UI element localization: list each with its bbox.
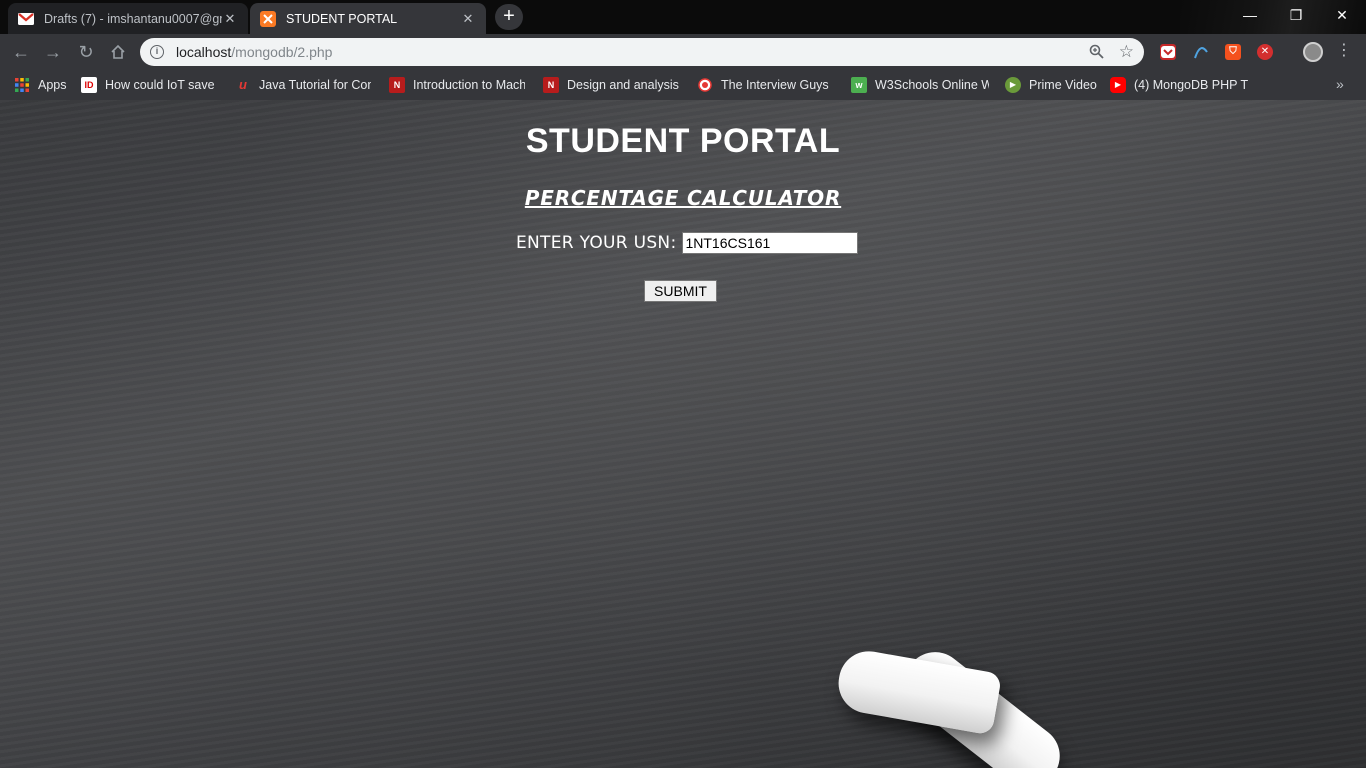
bookmark-design-analysis[interactable]: N Design and analysis o [543, 76, 679, 94]
minimize-button[interactable]: — [1230, 4, 1270, 28]
xampp-icon [260, 10, 276, 27]
bookmark-prime-video[interactable]: ▶ Prime Video [1005, 76, 1101, 94]
usn-input[interactable] [682, 232, 859, 254]
forward-icon[interactable]: → [40, 40, 66, 64]
w3schools-icon: w [851, 77, 867, 93]
site-info-icon[interactable]: i [150, 45, 164, 59]
page-subtitle: PERCENTAGE CALCULATOR [524, 186, 842, 210]
bookmarks-bar: Apps ID How could IoT save E u Java Tuto… [0, 70, 1366, 100]
n-icon: N [543, 77, 559, 93]
chalkboard-page: STUDENT PORTAL PERCENTAGE CALCULATOR ENT… [0, 100, 1366, 768]
adblock-extension-icon[interactable]: ⛉ [1225, 44, 1241, 60]
bookmark-label: (4) MongoDB PHP Tu [1134, 78, 1248, 92]
youtube-icon: ▶ [1110, 77, 1126, 93]
bookmark-label: The Interview Guys - [721, 78, 829, 92]
bookmark-intro-ml[interactable]: N Introduction to Mach [389, 76, 525, 94]
tab-gmail-drafts[interactable]: Drafts (7) - imshantanu0007@gm ✕ [8, 3, 248, 34]
bookmark-label: Java Tutorial for Com [259, 78, 371, 92]
bookmark-label: Design and analysis o [567, 78, 679, 92]
bookmark-interview-guys[interactable]: The Interview Guys - [697, 76, 829, 94]
browser-toolbar: ← → ↻ i localhost/mongodb/2.php ☆ ⛉ ✕ ⋮ [0, 34, 1366, 70]
reload-icon[interactable]: ↻ [73, 40, 99, 64]
chalk-image [833, 646, 1003, 736]
bookmark-iot[interactable]: ID How could IoT save E [81, 76, 217, 94]
gmail-icon [18, 11, 34, 27]
submit-button[interactable]: SUBMIT [644, 280, 717, 302]
avatar[interactable] [1303, 42, 1323, 62]
close-tab-icon[interactable]: ✕ [222, 11, 238, 27]
bookmark-label: Prime Video [1029, 78, 1097, 92]
id-icon: ID [81, 77, 97, 93]
new-tab-button[interactable]: + [495, 4, 523, 30]
bookmark-label: How could IoT save E [105, 78, 217, 92]
target-icon [697, 77, 713, 93]
url-host: localhost [176, 44, 232, 60]
bookmark-java-tutorial[interactable]: u Java Tutorial for Com [235, 76, 371, 94]
play-icon: ▶ [1005, 77, 1021, 93]
bookmarks-overflow-button[interactable]: » [1336, 76, 1344, 92]
bookmark-apps[interactable]: Apps [14, 76, 74, 94]
page-title: STUDENT PORTAL [525, 122, 841, 160]
udemy-icon: u [239, 77, 247, 92]
bookmark-star-icon[interactable]: ☆ [1119, 42, 1134, 62]
bookmark-label: W3Schools Online W [875, 78, 989, 92]
close-window-button[interactable]: ✕ [1322, 4, 1362, 28]
pocket-extension-icon[interactable] [1160, 44, 1176, 60]
more-menu-icon[interactable]: ⋮ [1336, 40, 1352, 60]
address-bar[interactable]: i localhost/mongodb/2.php ☆ [140, 38, 1144, 66]
usn-form-row: ENTER YOUR USN: [516, 232, 859, 254]
close-tab-icon[interactable]: ✕ [460, 11, 476, 27]
bookmark-label: Apps [38, 78, 67, 92]
tab-title: Drafts (7) - imshantanu0007@gm [44, 11, 222, 26]
restore-button[interactable]: ❐ [1276, 4, 1316, 28]
bookmark-w3schools[interactable]: w W3Schools Online W [851, 76, 989, 94]
tab-strip: Drafts (7) - imshantanu0007@gm ✕ STUDENT… [0, 0, 1366, 34]
home-icon[interactable] [105, 40, 131, 64]
usn-label: ENTER YOUR USN: [516, 233, 677, 253]
tab-student-portal[interactable]: STUDENT PORTAL ✕ [250, 3, 486, 34]
back-icon[interactable]: ← [8, 40, 34, 64]
bookmark-label: Introduction to Mach [413, 78, 525, 92]
apps-grid-icon [14, 77, 30, 93]
zoom-icon[interactable] [1089, 44, 1104, 62]
tab-title: STUDENT PORTAL [286, 11, 398, 26]
blocker-extension-icon[interactable]: ✕ [1257, 44, 1273, 60]
n-icon: N [389, 77, 405, 93]
extension-icon[interactable] [1193, 44, 1209, 60]
bookmark-mongodb-php[interactable]: ▶ (4) MongoDB PHP Tu [1110, 76, 1248, 94]
url-path: /mongodb/2.php [231, 44, 333, 60]
